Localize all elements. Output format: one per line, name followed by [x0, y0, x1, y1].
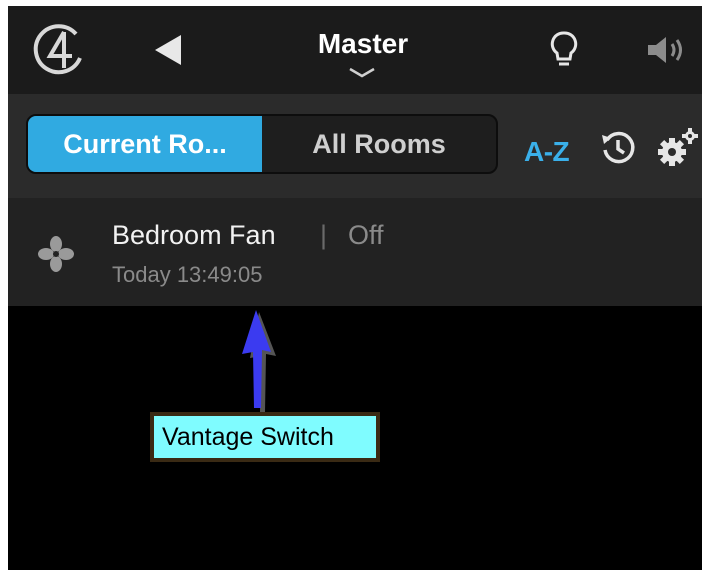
annotation-label: Vantage Switch	[154, 416, 376, 458]
fan-icon	[36, 234, 76, 274]
history-icon[interactable]	[596, 126, 640, 170]
room-title[interactable]: Master	[263, 28, 463, 60]
status-separator: |	[320, 220, 328, 250]
up-arrow-icon	[236, 308, 276, 412]
settings-gear-icon[interactable]	[654, 124, 702, 172]
speaker-icon[interactable]	[642, 30, 690, 70]
room-scope-segmented-control: Current Ro... All Rooms	[26, 114, 498, 174]
tab-all-rooms[interactable]: All Rooms	[262, 116, 496, 172]
app-screen: Master Current Ro... All Rooms A-Z Bedro…	[8, 6, 702, 570]
device-status: Off	[348, 220, 384, 250]
chevron-down-icon[interactable]	[348, 66, 376, 84]
top-bar: Master	[8, 6, 702, 94]
back-arrow-icon[interactable]	[146, 28, 190, 72]
annotation-callout: Vantage Switch	[150, 412, 380, 462]
device-timestamp: Today 13:49:05	[112, 262, 263, 287]
lightbulb-icon[interactable]	[544, 26, 584, 74]
filter-bar: Current Ro... All Rooms A-Z	[8, 94, 702, 198]
device-row[interactable]: Bedroom Fan | Off Today 13:49:05	[8, 198, 702, 306]
sort-az-button[interactable]: A-Z	[524, 136, 570, 168]
control4-logo-icon[interactable]	[28, 20, 88, 80]
device-name: Bedroom Fan	[112, 220, 276, 250]
tab-current-room[interactable]: Current Ro...	[28, 116, 262, 172]
